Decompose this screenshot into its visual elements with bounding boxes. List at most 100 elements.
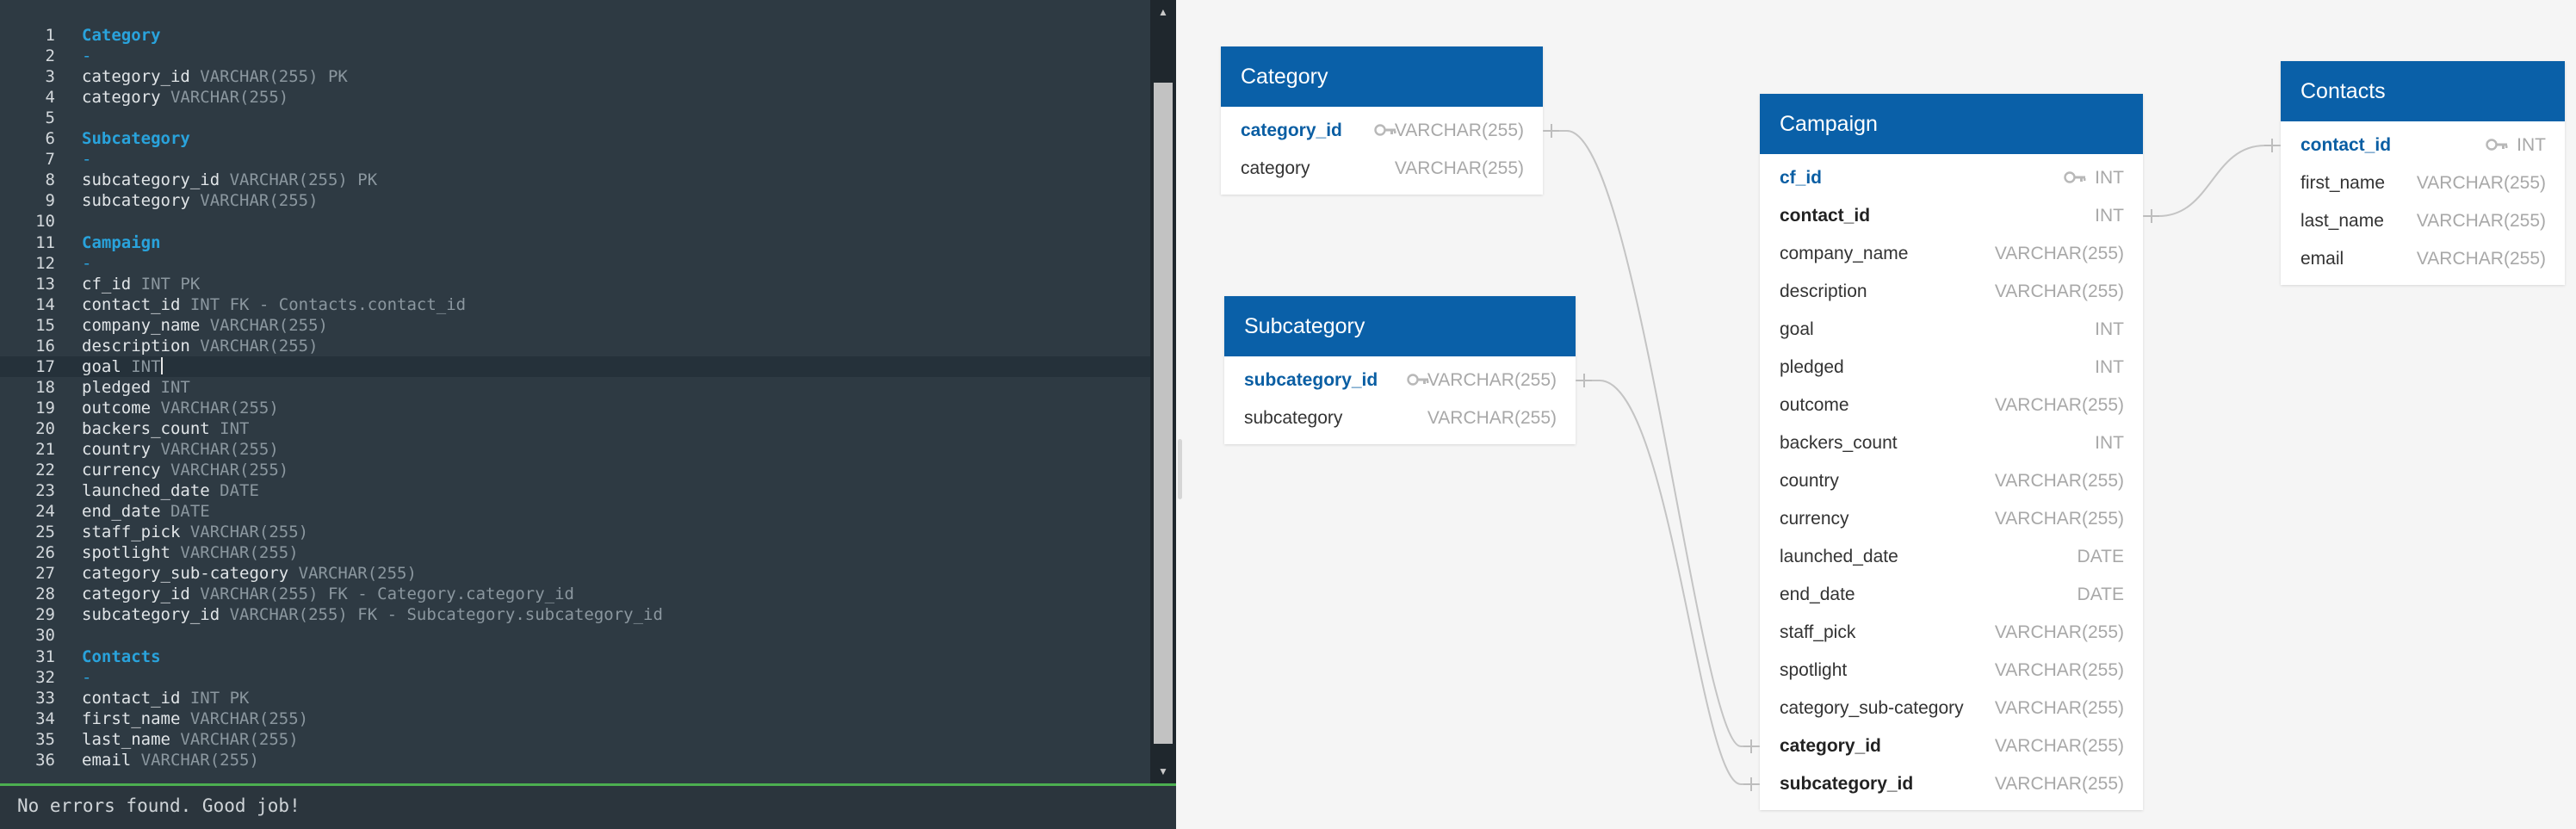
code-line[interactable]: 27 category_sub-category VARCHAR(255): [0, 563, 1150, 584]
code-text: category_sub-category VARCHAR(255): [82, 563, 417, 584]
code-line[interactable]: 20 backers_count INT: [0, 418, 1150, 439]
table-contacts[interactable]: Contacts contact_id INT first_name VARCHAR(2…: [2281, 61, 2565, 285]
table-title[interactable]: Campaign: [1760, 94, 2143, 154]
code-line[interactable]: 22 currency VARCHAR(255): [0, 460, 1150, 480]
code-line[interactable]: 34 first_name VARCHAR(255): [0, 708, 1150, 729]
field-row-subcategory_id[interactable]: subcategory_id VARCHAR(255): [1760, 765, 2143, 803]
triangle-down-icon[interactable]: ▼: [1150, 761, 1176, 782]
schema-editor[interactable]: 1 Category 2-3 category_id VARCHAR(255) PK 4…: [0, 0, 1176, 829]
code-line[interactable]: 17 goal INT: [0, 356, 1150, 377]
field-type: INT: [2517, 135, 2546, 155]
code-line[interactable]: 29 subcategory_id VARCHAR(255) FK - Subca…: [0, 604, 1150, 625]
field-row-last_name[interactable]: last_name VARCHAR(255): [2281, 202, 2565, 240]
code-text: -: [82, 46, 91, 66]
code-line[interactable]: 18 pledged INT: [0, 377, 1150, 398]
code-line[interactable]: 10: [0, 211, 1150, 232]
field-row-contact_id[interactable]: contact_id INT: [1760, 197, 2143, 235]
field-type: INT: [2095, 206, 2124, 226]
code-line[interactable]: 1 Category: [0, 25, 1150, 46]
field-row-email[interactable]: email VARCHAR(255): [2281, 240, 2565, 278]
table-title[interactable]: Contacts: [2281, 61, 2565, 121]
code-text: category_id VARCHAR(255) PK: [82, 66, 348, 87]
line-number: 10: [35, 212, 55, 232]
field-row-goal[interactable]: goal INT: [1760, 311, 2143, 349]
code-line[interactable]: 15 company_name VARCHAR(255): [0, 315, 1150, 336]
field-row-backers_count[interactable]: backers_count INT: [1760, 424, 2143, 462]
er-diagram[interactable]: Category category_id VARCHAR(255) category V…: [1185, 0, 2576, 829]
field-row-subcategory[interactable]: subcategory VARCHAR(255): [1224, 399, 1576, 437]
field-row-description[interactable]: description VARCHAR(255): [1760, 273, 2143, 311]
code-line[interactable]: 5: [0, 108, 1150, 128]
field-name-token: country: [82, 440, 152, 459]
code-line[interactable]: 24 end_date DATE: [0, 501, 1150, 522]
field-row-contact_id[interactable]: contact_id INT: [2281, 127, 2565, 164]
code-line[interactable]: 7-: [0, 149, 1150, 170]
code-text: cf_id INT PK: [82, 274, 200, 294]
editor-scrollbar[interactable]: ▲ ▼: [1150, 0, 1176, 783]
field-type: VARCHAR(255): [1994, 736, 2124, 756]
field-row-category_id[interactable]: category_id VARCHAR(255): [1760, 727, 2143, 765]
field-name: category_id: [1780, 736, 1881, 756]
table-title[interactable]: Subcategory: [1224, 296, 1576, 356]
field-row-currency[interactable]: currency VARCHAR(255): [1760, 500, 2143, 538]
code-line[interactable]: 2-: [0, 46, 1150, 66]
field-type: VARCHAR(255): [2416, 249, 2546, 269]
field-row-first_name[interactable]: first_name VARCHAR(255): [2281, 164, 2565, 202]
line-number: 2: [45, 46, 55, 66]
code-line[interactable]: 28 category_id VARCHAR(255) FK - Category…: [0, 584, 1150, 604]
field-row-cf_id[interactable]: cf_id INT: [1760, 159, 2143, 197]
field-row-country[interactable]: country VARCHAR(255): [1760, 462, 2143, 500]
splitter-grip[interactable]: [1178, 439, 1182, 499]
code-line[interactable]: 6 Subcategory: [0, 128, 1150, 149]
table-category[interactable]: Category category_id VARCHAR(255) category V…: [1221, 46, 1543, 195]
code-line[interactable]: 26 spotlight VARCHAR(255): [0, 542, 1150, 563]
code-text: company_name VARCHAR(255): [82, 315, 328, 336]
field-row-launched_date[interactable]: launched_date DATE: [1760, 538, 2143, 576]
code-line[interactable]: 3 category_id VARCHAR(255) PK: [0, 66, 1150, 87]
code-line[interactable]: 23 launched_date DATE: [0, 480, 1150, 501]
triangle-up-icon[interactable]: ▲: [1150, 2, 1176, 22]
table-subcategory[interactable]: Subcategory subcategory_id VARCHAR(255) sub…: [1224, 296, 1576, 444]
code-line[interactable]: 30: [0, 625, 1150, 646]
code-line[interactable]: 12 -: [0, 253, 1150, 274]
field-row-end_date[interactable]: end_date DATE: [1760, 576, 2143, 614]
field-row-company_name[interactable]: company_name VARCHAR(255): [1760, 235, 2143, 273]
table-campaign[interactable]: Campaign cf_id INT contact_id INT company_nam…: [1760, 94, 2143, 810]
code-line[interactable]: 11 Campaign: [0, 232, 1150, 253]
field-row-outcome[interactable]: outcome VARCHAR(255): [1760, 387, 2143, 424]
code-line[interactable]: 8 subcategory_id VARCHAR(255) PK: [0, 170, 1150, 190]
code-text: contact_id INT PK: [82, 688, 249, 708]
code-line[interactable]: 35 last_name VARCHAR(255): [0, 729, 1150, 750]
field-type-token: VARCHAR(255): [160, 461, 289, 480]
code-line[interactable]: 33 contact_id INT PK: [0, 688, 1150, 708]
code-line[interactable]: 31 Contacts: [0, 646, 1150, 667]
scroll-thumb[interactable]: [1154, 83, 1173, 744]
field-name-token: pledged: [82, 377, 152, 397]
field-row-category[interactable]: category VARCHAR(255): [1221, 150, 1543, 188]
code-line[interactable]: 14 contact_id INT FK - Contacts.contact_i…: [0, 294, 1150, 315]
code-line[interactable]: 16 description VARCHAR(255): [0, 336, 1150, 356]
code-line[interactable]: 36 email VARCHAR(255): [0, 750, 1150, 770]
pane-splitter[interactable]: [1176, 0, 1185, 829]
key-icon: [1407, 374, 1429, 390]
code-line[interactable]: 25 staff_pick VARCHAR(255): [0, 522, 1150, 542]
line-number: 3: [45, 67, 55, 87]
code-line[interactable]: 19 outcome VARCHAR(255): [0, 398, 1150, 418]
field-row-category_sub-category[interactable]: category_sub-category VARCHAR(255): [1760, 690, 2143, 727]
field-type: INT: [2095, 433, 2124, 453]
field-row-spotlight[interactable]: spotlight VARCHAR(255): [1760, 652, 2143, 690]
code-line[interactable]: 32 -: [0, 667, 1150, 688]
code-area[interactable]: 1 Category 2-3 category_id VARCHAR(255) PK 4…: [0, 0, 1151, 783]
code-line[interactable]: 13 cf_id INT PK: [0, 274, 1150, 294]
field-row-category_id[interactable]: category_id VARCHAR(255): [1221, 112, 1543, 150]
field-name: cf_id: [1780, 168, 1823, 188]
code-line[interactable]: 21 country VARCHAR(255): [0, 439, 1150, 460]
table-title[interactable]: Category: [1221, 46, 1543, 107]
code-text: Subcategory: [82, 128, 190, 149]
code-line[interactable]: 9 subcategory VARCHAR(255): [0, 190, 1150, 211]
field-row-pledged[interactable]: pledged INT: [1760, 349, 2143, 387]
field-row-staff_pick[interactable]: staff_pick VARCHAR(255): [1760, 614, 2143, 652]
field-name-token: email: [82, 750, 132, 770]
field-row-subcategory_id[interactable]: subcategory_id VARCHAR(255): [1224, 362, 1576, 399]
code-line[interactable]: 4 category VARCHAR(255): [0, 87, 1150, 108]
